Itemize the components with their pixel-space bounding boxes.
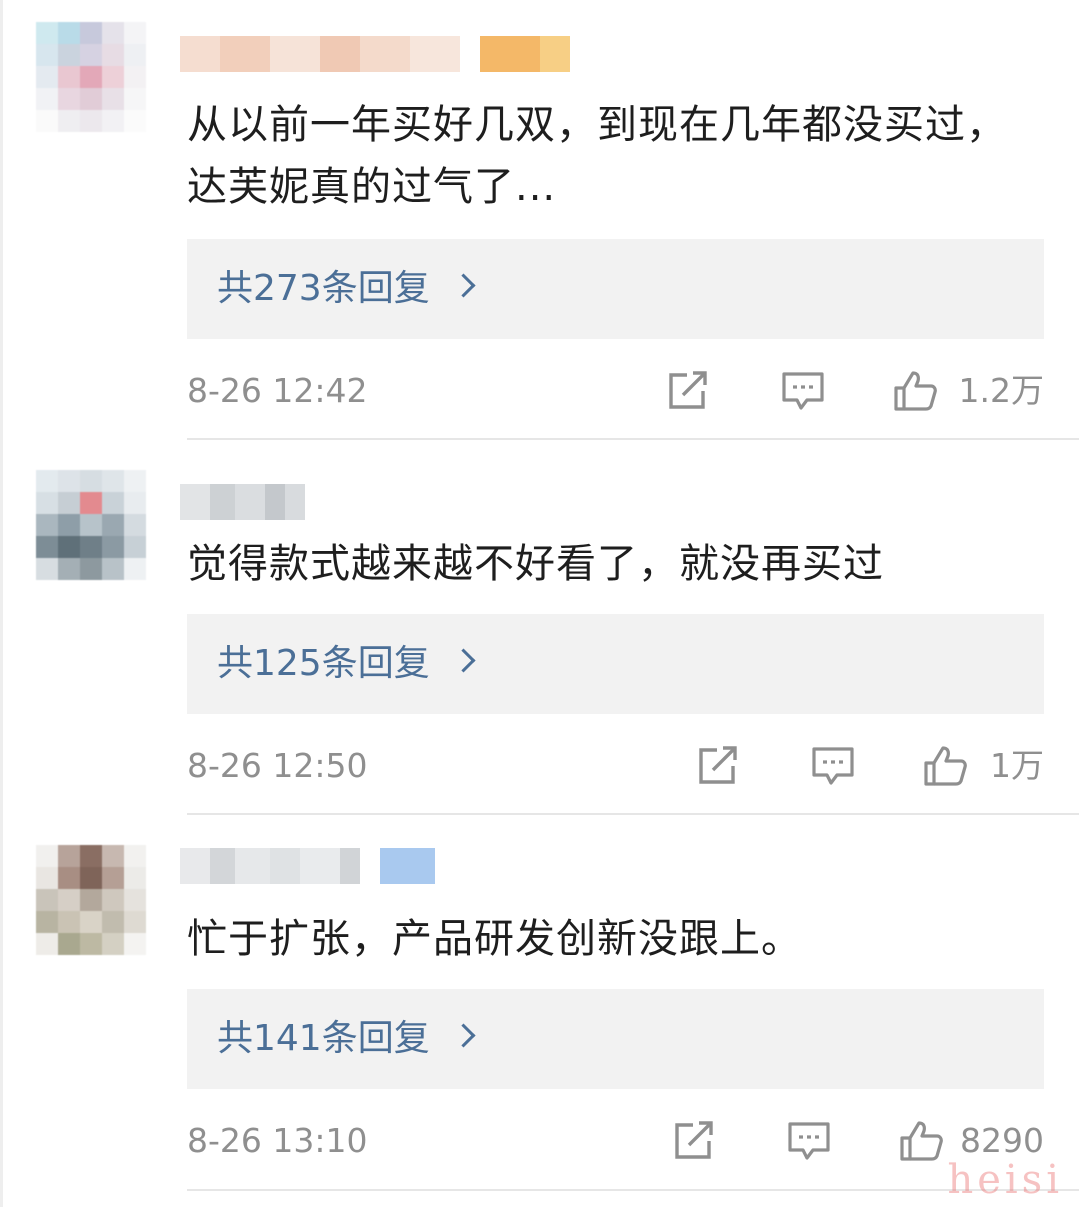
avatar[interactable] [36,470,146,580]
share-icon[interactable] [673,1121,717,1161]
username-blurred[interactable] [180,36,570,72]
reply-count-link[interactable]: 共125条回复 [217,614,430,714]
comment-meta: 8-26 12:42 1.2万 [187,366,1044,416]
divider [187,1189,1079,1191]
username-blurred[interactable] [180,848,435,884]
reply-link-box[interactable]: 共273条回复 [187,239,1044,339]
comment-text: 忙于扩张，产品研发创新没跟上。 [187,916,802,962]
reply-count-link[interactable]: 共141条回复 [217,989,430,1089]
divider [187,438,1079,440]
share-icon[interactable] [667,371,711,411]
watermark: heisi [947,1157,1063,1203]
reply-link-box[interactable]: 共125条回复 [187,614,1044,714]
share-icon[interactable] [697,746,741,786]
chevron-right-icon [451,1023,476,1048]
comment-meta: 8-26 12:50 1万 [187,741,1044,791]
divider [187,813,1079,815]
like-count: 1.2万 [958,371,1044,410]
comment-icon[interactable] [787,1121,831,1161]
comment-icon[interactable] [781,371,825,411]
comment-time: 8-26 13:10 [187,1121,368,1160]
comment-text: 觉得款式越来越不好看了，就没再买过 [187,541,884,587]
comment-icon[interactable] [811,746,855,786]
comment-meta: 8-26 13:10 8290 [187,1116,1044,1166]
comment-text: 从以前一年买好几双，到现在几年都没买过，达芙妮真的过气了... [187,102,1007,210]
username-blurred[interactable] [180,484,305,520]
thumbs-up-icon[interactable] [923,746,967,786]
left-edge [0,0,3,1207]
comment-time: 8-26 12:50 [187,746,368,785]
reply-link-box[interactable]: 共141条回复 [187,989,1044,1089]
thumbs-up-icon[interactable] [893,371,937,411]
avatar[interactable] [36,22,146,132]
avatar[interactable] [36,845,146,955]
like-count: 1万 [990,746,1044,785]
chevron-right-icon [451,648,476,673]
reply-count-link[interactable]: 共273条回复 [217,239,430,339]
comment-time: 8-26 12:42 [187,371,368,410]
thumbs-up-icon[interactable] [899,1121,943,1161]
chevron-right-icon [451,273,476,298]
